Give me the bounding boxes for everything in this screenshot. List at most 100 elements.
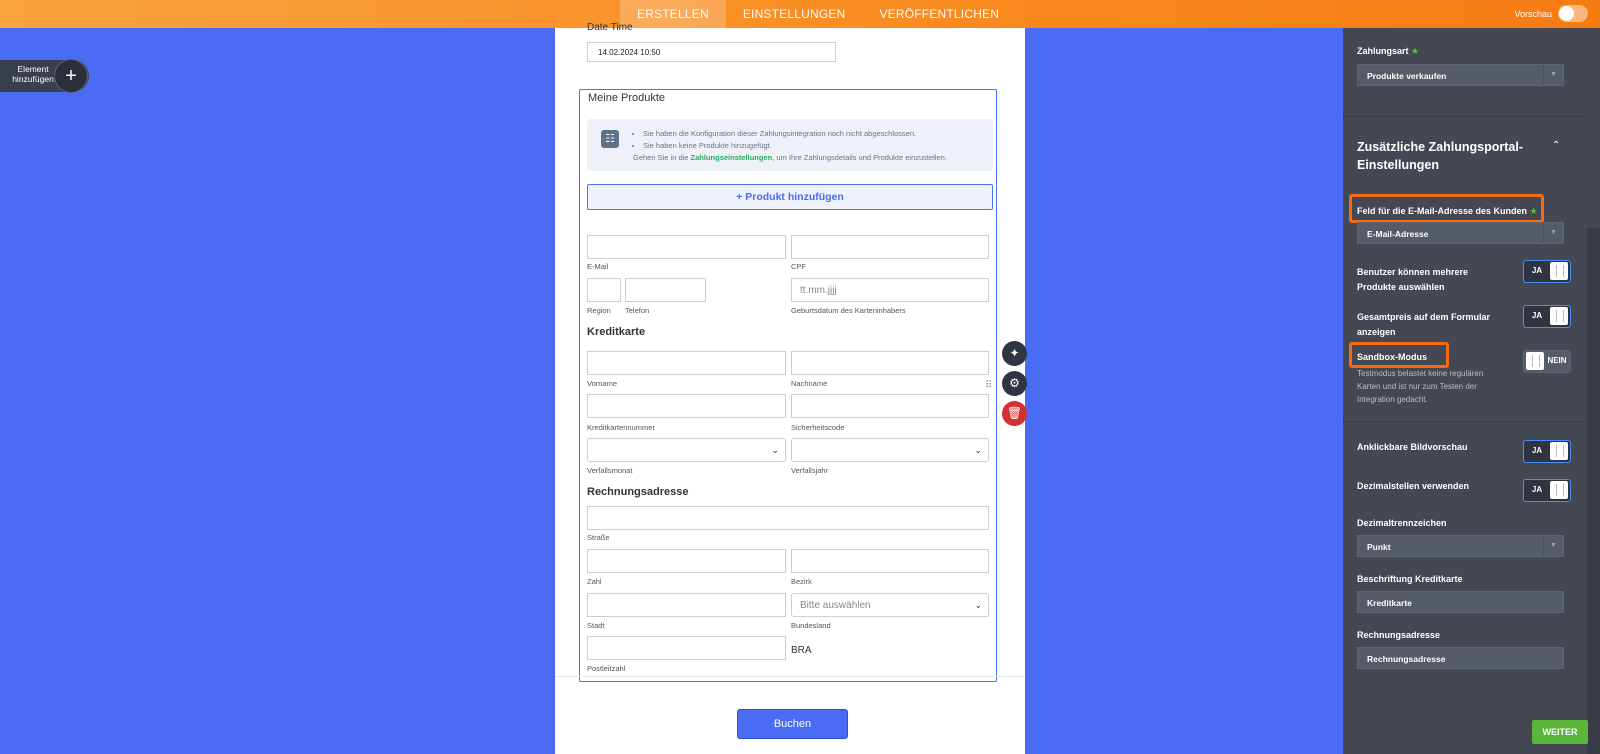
section-title[interactable]: Zusätzliche Zahlungsportal-Einstellungen — [1357, 138, 1557, 174]
decimals-label: Dezimalstellen verwenden — [1357, 481, 1470, 491]
total-price-label: Gesamtpreis auf dem Formular anzeigen — [1357, 312, 1491, 337]
info-line-1: Sie haben die Konfiguration dieser Zahlu… — [643, 128, 947, 140]
tab-erstellen[interactable]: ERSTELLEN — [620, 0, 726, 28]
highlight-box — [1349, 342, 1449, 368]
products-title: Meine Produkte — [588, 92, 666, 104]
card-caption-input[interactable]: Kreditkarte — [1357, 591, 1564, 613]
plus-icon[interactable]: + — [54, 59, 88, 93]
postal-code-label: Postleitzahl — [587, 664, 626, 673]
image-preview-label: Anklickbare Bildvorschau — [1357, 442, 1468, 452]
toggle-knob — [1526, 352, 1544, 370]
district-field[interactable] — [791, 549, 989, 573]
region-field[interactable] — [587, 278, 621, 302]
birthdate-field[interactable]: tt.mm.jjjj — [791, 278, 989, 302]
highlight-box — [1349, 194, 1544, 223]
add-element-label: Element hinzufügen — [12, 64, 54, 84]
builder-tabs: ERSTELLEN EINSTELLUNGEN VERÖFFENTLICHEN — [620, 0, 1016, 28]
decimal-separator-select[interactable]: Punkt ▼ — [1357, 535, 1564, 557]
settings-panel: Zahlungsart ★ Produkte verkaufen ▼ Zusätz… — [1343, 28, 1600, 754]
nachname-label: Nachname — [791, 379, 828, 388]
total-price-toggle[interactable]: JA — [1523, 305, 1571, 328]
decimals-toggle[interactable]: JA — [1523, 479, 1571, 502]
products-widget[interactable]: Meine Produkte ☷ Sie haben die Konfigura… — [579, 89, 997, 682]
top-bar: ERSTELLEN EINSTELLUNGEN VERÖFFENTLICHEN … — [0, 0, 1600, 28]
toggle-state: JA — [1531, 485, 1543, 494]
street-field[interactable] — [587, 506, 989, 530]
expiry-month-label: Verfallsmonat — [587, 466, 633, 475]
datetime-input[interactable]: 14.02.2024 10:50 — [587, 42, 836, 62]
number-field[interactable] — [587, 549, 786, 573]
telefon-label: Telefon — [625, 306, 650, 315]
panel-scrollbar[interactable] — [1587, 228, 1600, 754]
form-canvas: Date Time 14.02.2024 10:50 Meine Produkt… — [555, 22, 1025, 754]
billing-caption-label: Rechnungsadresse — [1357, 630, 1441, 640]
email-label: E-Mail — [587, 262, 609, 271]
credit-card-heading: Kreditkarte — [587, 326, 646, 338]
postal-code-field[interactable] — [587, 636, 786, 660]
sandbox-description: Testmodus belastet keine regulären Karte… — [1357, 369, 1484, 404]
add-product-button[interactable]: + Produkt hinzufügen — [587, 184, 993, 210]
chevron-down-icon: ⌄ — [771, 445, 779, 455]
billing-heading: Rechnungsadresse — [587, 486, 689, 498]
divider — [555, 676, 1025, 677]
trash-icon[interactable]: 🗑 — [1002, 401, 1027, 426]
region-label: Region — [587, 306, 611, 315]
gear-icon[interactable]: ⚙ — [1002, 371, 1027, 396]
chevron-down-icon: ⌄ — [974, 445, 982, 455]
vorname-label: Vorname — [587, 379, 618, 388]
payment-type-select[interactable]: Produkte verkaufen ▼ — [1357, 64, 1564, 86]
chevron-down-icon: ⌄ — [974, 600, 982, 610]
divider — [1343, 116, 1587, 117]
toggle-state: JA — [1531, 311, 1543, 320]
state-label: Bundesland — [791, 621, 831, 630]
city-field[interactable] — [587, 593, 786, 617]
state-select[interactable]: Bitte auswählen ⌄ — [791, 593, 989, 617]
toggle-state: NEIN — [1547, 356, 1567, 365]
datetime-label: Date Time — [587, 22, 633, 33]
chevron-down-icon: ▼ — [1543, 536, 1563, 556]
cpf-field[interactable] — [791, 235, 989, 259]
chevron-up-icon[interactable]: ⌃ — [1552, 140, 1560, 151]
country-code: BRA — [791, 645, 812, 656]
preview-toggle[interactable]: Vorschau — [1514, 5, 1588, 22]
number-label: Zahl — [587, 577, 602, 586]
email-field[interactable] — [587, 235, 786, 259]
chevron-down-icon: ▼ — [1543, 223, 1563, 243]
expiry-year-select[interactable]: ⌄ — [791, 438, 989, 462]
security-code-label: Sicherheitscode — [791, 423, 845, 432]
config-info-box: ☷ Sie haben die Konfiguration dieser Zah… — [587, 119, 993, 171]
tab-veroeffentlichen[interactable]: VERÖFFENTLICHEN — [862, 0, 1016, 28]
billing-caption-input[interactable]: Rechnungsadresse — [1357, 647, 1564, 669]
payment-settings-link[interactable]: Zahlungseinstellungen — [691, 153, 773, 162]
submit-button[interactable]: Buchen — [737, 709, 848, 739]
image-preview-toggle[interactable]: JA — [1523, 440, 1571, 463]
sandbox-toggle[interactable]: NEIN — [1523, 350, 1571, 373]
city-label: Stadt — [587, 621, 605, 630]
birthdate-label: Geburtsdatum des Karteninhabers — [791, 306, 906, 315]
nachname-field[interactable] — [791, 351, 989, 375]
card-caption-label: Beschriftung Kreditkarte — [1357, 574, 1463, 584]
telefon-field[interactable] — [625, 278, 706, 302]
email-field-select[interactable]: E-Mail-Adresse ▼ — [1357, 222, 1564, 244]
vorname-field[interactable] — [587, 351, 786, 375]
state-select-value: Bitte auswählen — [800, 600, 871, 611]
expiry-year-label: Verfallsjahr — [791, 466, 829, 475]
add-element-button[interactable]: Element hinzufügen + — [0, 59, 89, 93]
card-number-label: Kreditkartennummer — [587, 423, 655, 432]
chevron-down-icon: ▼ — [1543, 65, 1563, 85]
security-code-field[interactable] — [791, 394, 989, 418]
magic-wand-icon[interactable]: ✦ — [1002, 341, 1027, 366]
cpf-label: CPF — [791, 262, 806, 271]
toggle-knob — [1550, 481, 1568, 499]
multi-products-toggle[interactable]: JA — [1523, 260, 1571, 283]
next-button[interactable]: WEITER — [1532, 720, 1588, 744]
drag-handle-icon[interactable]: ⠿ — [985, 380, 992, 391]
toggle-knob — [1550, 442, 1568, 460]
info-line-3: Gehen Sie in die Zahlungseinstellungen, … — [633, 153, 947, 162]
preview-switch[interactable] — [1558, 5, 1588, 22]
tab-einstellungen[interactable]: EINSTELLUNGEN — [726, 0, 863, 28]
card-number-field[interactable] — [587, 394, 786, 418]
expiry-month-select[interactable]: ⌄ — [587, 438, 786, 462]
toggle-knob — [1550, 262, 1568, 280]
preview-label: Vorschau — [1514, 8, 1552, 19]
